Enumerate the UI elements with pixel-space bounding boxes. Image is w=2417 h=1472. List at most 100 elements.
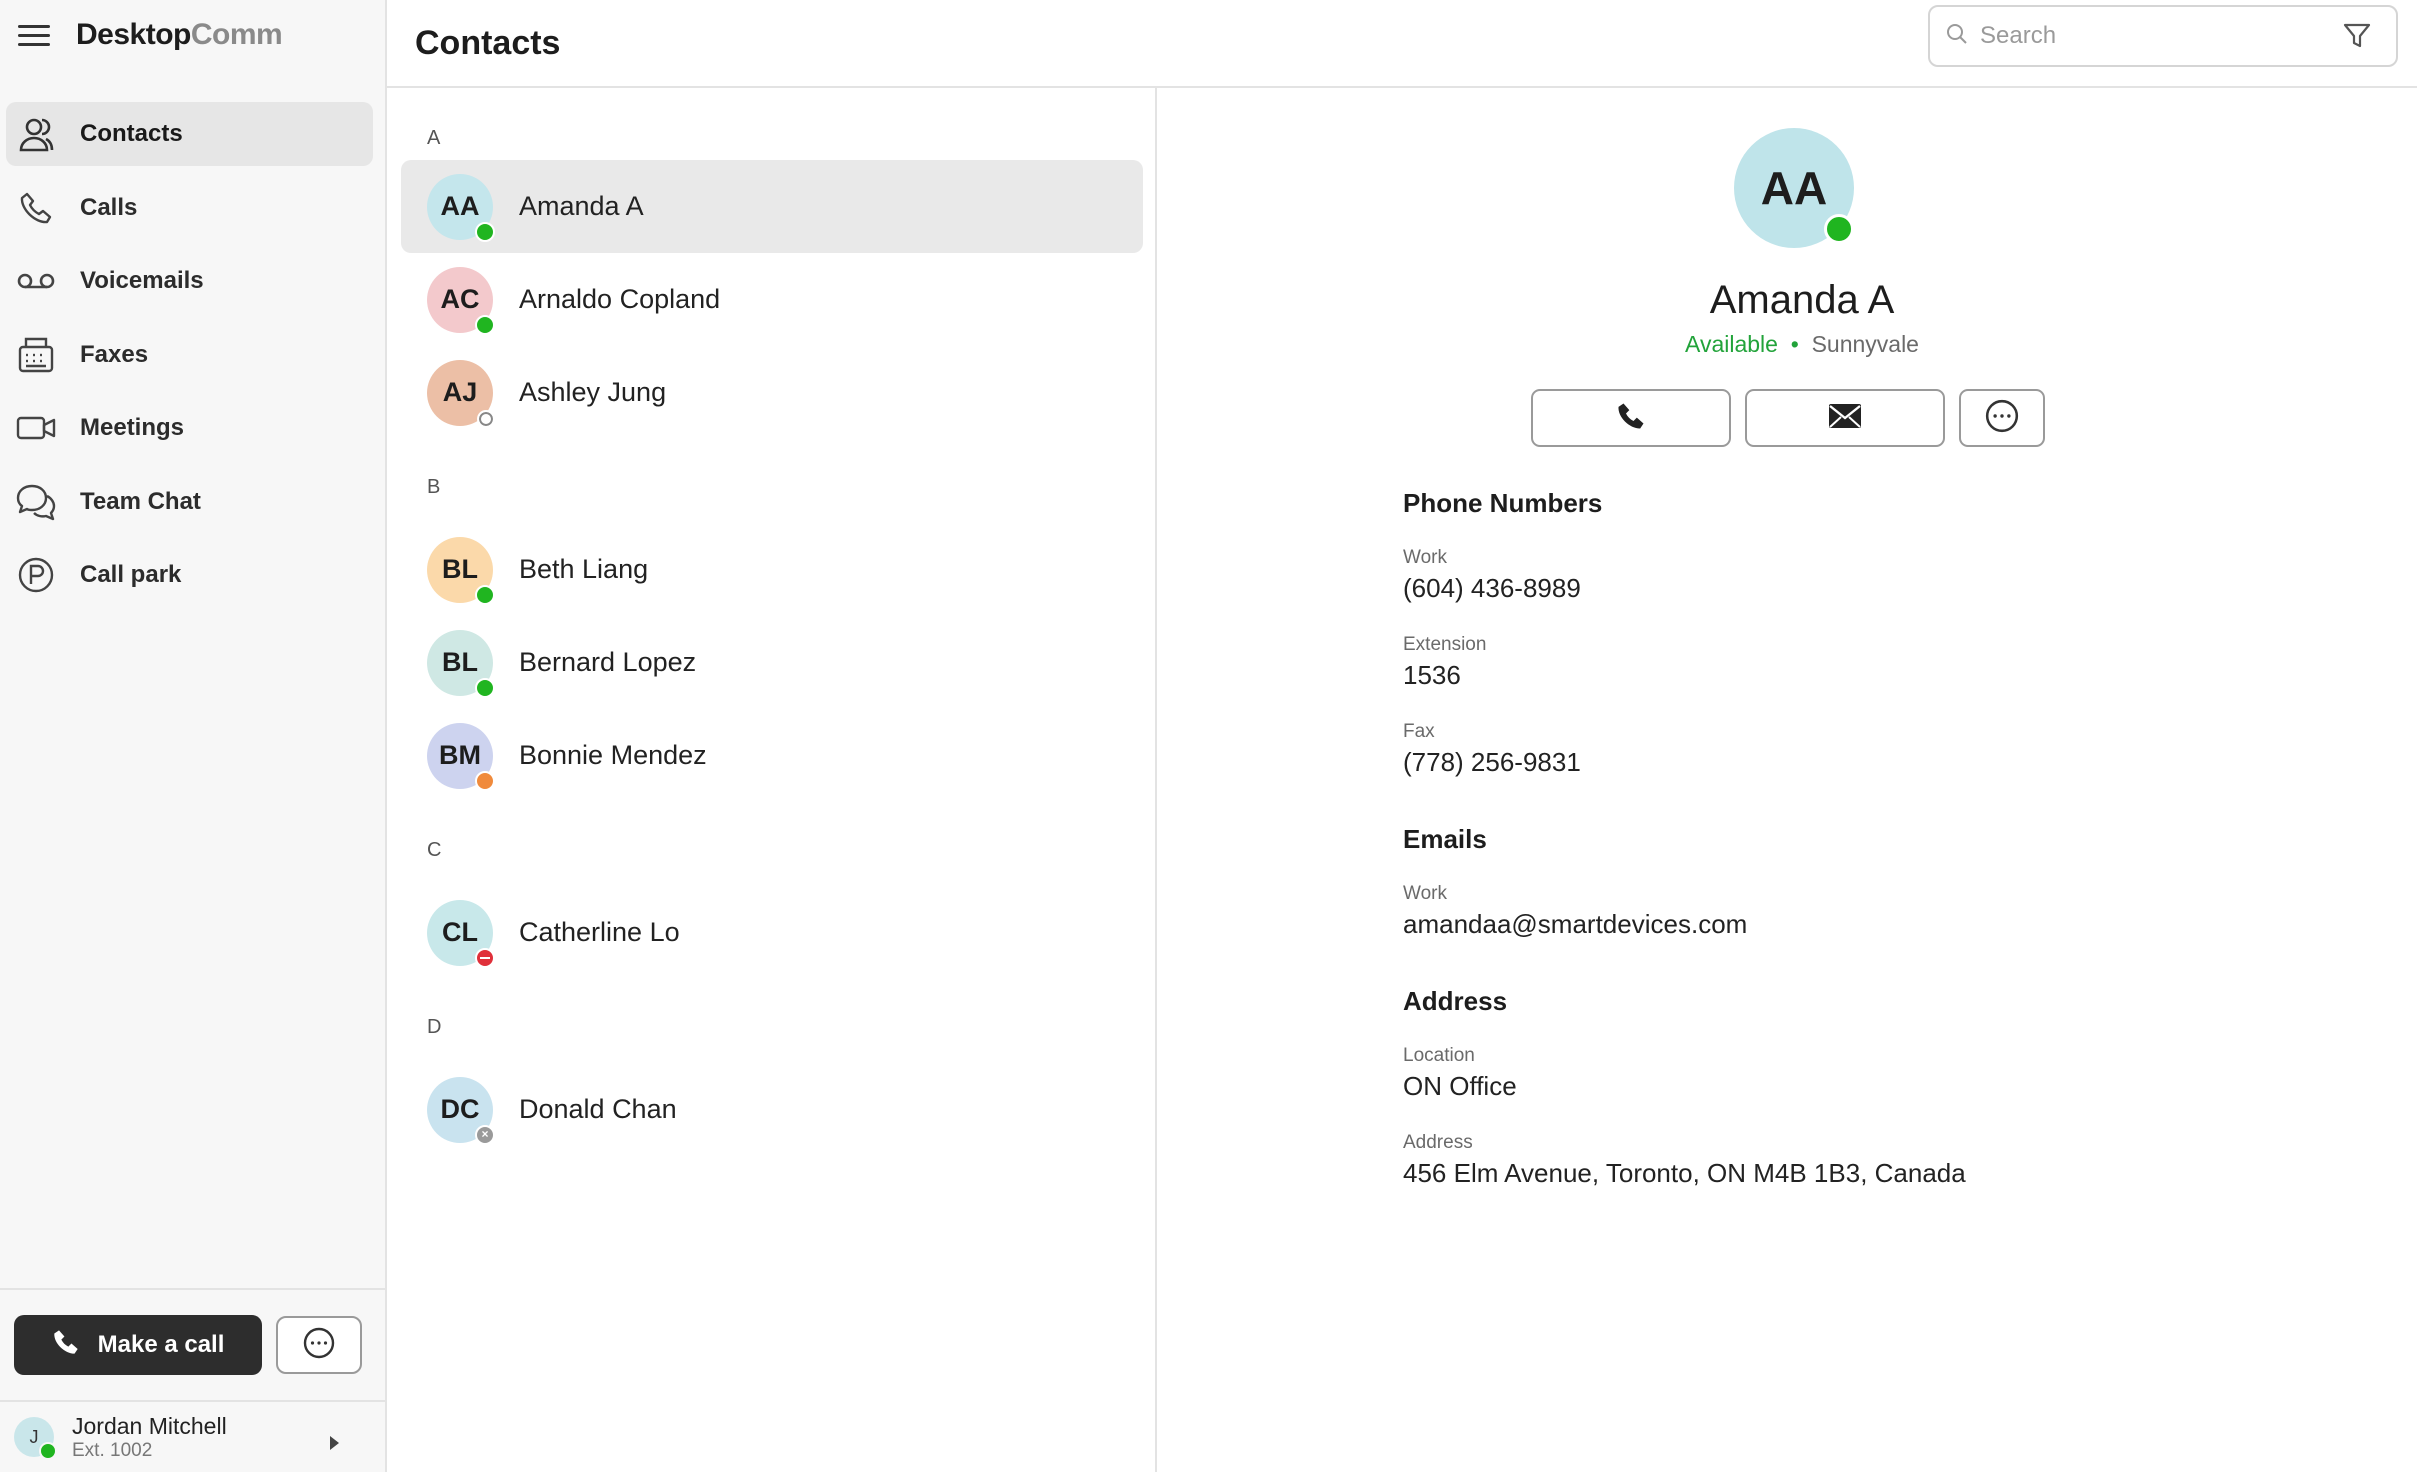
contact-actions — [1531, 389, 2045, 447]
presence-unavailable-icon: × — [475, 1124, 495, 1145]
section-letter: A — [427, 127, 441, 149]
more-options-button[interactable] — [276, 1316, 362, 1374]
avatar: AJ — [427, 359, 495, 428]
field-label-location: Location — [1403, 1045, 1475, 1066]
avatar: J — [14, 1417, 57, 1460]
status-dot — [39, 1442, 57, 1460]
location-value: ON Office — [1403, 1071, 1517, 1101]
phone-icon — [1616, 401, 1646, 436]
sidebar-actions: Make a call — [0, 1288, 385, 1400]
sidebar: DesktopComm Contacts Calls Voicemails Fa… — [0, 0, 387, 1472]
main-area: Contacts Search A AA Amanda A AC Arnaldo Cop… — [387, 0, 2417, 1472]
phone-icon — [14, 186, 58, 230]
current-user[interactable]: J Jordan Mitchell Ext. 1002 — [0, 1400, 385, 1472]
app-window: DesktopComm Contacts Calls Voicemails Fa… — [0, 0, 2417, 1472]
sidebar-item-meetings[interactable]: Meetings — [6, 396, 373, 460]
more-actions-button[interactable] — [1959, 389, 2045, 447]
sidebar-item-label: Faxes — [80, 340, 149, 368]
contact-name: Amanda A — [519, 191, 644, 221]
topbar: Contacts Search — [387, 0, 2417, 88]
sidebar-item-label: Calls — [80, 193, 138, 221]
list-item[interactable]: AA Amanda A — [401, 160, 1143, 253]
list-item[interactable]: BL Bernard Lopez — [401, 616, 1143, 709]
parking-icon — [14, 553, 58, 597]
sidebar-nav: Contacts Calls Voicemails Faxes Meetings… — [0, 102, 385, 617]
list-item[interactable]: BL Beth Liang — [401, 523, 1143, 616]
contact-name: Bonnie Mendez — [519, 740, 707, 770]
menu-icon[interactable] — [18, 19, 50, 51]
call-button[interactable] — [1531, 389, 1731, 447]
presence-available-icon — [475, 584, 495, 605]
section-letter: D — [427, 1016, 442, 1038]
contact-name: Amanda A — [1709, 278, 1895, 322]
voicemail-icon — [14, 259, 58, 303]
search-placeholder: Search — [1980, 22, 2057, 49]
presence-busy-icon — [475, 947, 495, 968]
field-label-extension: Extension — [1403, 634, 1487, 655]
page-title: Contacts — [415, 23, 561, 62]
filter-icon[interactable] — [2342, 21, 2372, 56]
avatar: AA — [427, 173, 495, 242]
list-item[interactable]: AC Arnaldo Copland — [401, 253, 1143, 346]
user-info: Jordan Mitchell Ext. 1002 — [72, 1412, 227, 1462]
section-title-emails: Emails — [1403, 824, 1487, 854]
fax-value[interactable]: (778) 256-9831 — [1403, 747, 1966, 778]
list-item[interactable]: CL Catherline Lo — [401, 886, 1143, 979]
make-call-button[interactable]: Make a call — [14, 1315, 262, 1375]
sidebar-item-calls[interactable]: Calls — [6, 176, 373, 240]
sidebar-item-faxes[interactable]: Faxes — [6, 323, 373, 387]
field-label-work-email: Work — [1403, 883, 1447, 904]
avatar: DC × — [427, 1076, 495, 1145]
envelope-icon — [1828, 403, 1862, 434]
content-panes: A AA Amanda A AC Arnaldo Copland AJ Ashley Jun… — [387, 88, 2417, 1472]
avatar: BM — [427, 722, 495, 791]
separator-dot: • — [1784, 331, 1806, 357]
presence-available-icon — [475, 221, 495, 242]
sidebar-item-label: Team Chat — [80, 487, 201, 515]
sidebar-item-label: Call park — [80, 561, 182, 588]
contact-name: Beth Liang — [519, 554, 649, 584]
chat-bubbles-icon — [14, 480, 58, 524]
sidebar-item-voicemails[interactable]: Voicemails — [6, 249, 373, 313]
list-item[interactable]: BM Bonnie Mendez — [401, 709, 1143, 802]
contact-name: Ashley Jung — [519, 377, 667, 407]
more-horizontal-icon — [302, 1326, 336, 1365]
sidebar-item-label: Contacts — [80, 120, 183, 147]
field-label-address: Address — [1403, 1132, 1473, 1153]
user-extension: Ext. 1002 — [72, 1440, 153, 1461]
search-input[interactable]: Search — [1928, 5, 2398, 67]
presence-available-icon — [475, 677, 495, 698]
address-value: 456 Elm Avenue, Toronto, ON M4B 1B3, Can… — [1403, 1158, 1966, 1188]
email-value[interactable]: amandaa@smartdevices.com — [1403, 909, 1966, 940]
section-title-phone-numbers: Phone Numbers — [1403, 488, 1603, 518]
contact-status-line: Available • Sunnyvale — [1157, 331, 2417, 358]
location-text: Sunnyvale — [1811, 331, 1919, 357]
sidebar-item-team-chat[interactable]: Team Chat — [6, 470, 373, 534]
sidebar-item-call-park[interactable]: Call park — [6, 543, 373, 607]
sidebar-item-contacts[interactable]: Contacts — [6, 102, 373, 166]
presence-away-icon — [475, 770, 495, 791]
sidebar-header: DesktopComm — [0, 0, 385, 70]
search-icon — [1946, 23, 1968, 50]
contact-detail: AA Amanda A Available • Sunnyvale Phone … — [1157, 88, 2417, 1472]
contact-list: A AA Amanda A AC Arnaldo Copland AJ Ashley Jun… — [387, 88, 1157, 1472]
app-logo: DesktopComm — [76, 18, 283, 51]
caret-right-icon[interactable] — [330, 1436, 339, 1450]
presence-available-icon — [475, 314, 495, 335]
sidebar-footer: Make a call J Jordan Mitchell Ext. 1002 — [0, 1288, 385, 1472]
section-title-address: Address — [1403, 986, 1508, 1016]
field-label-fax: Fax — [1403, 721, 1435, 742]
phone-icon — [52, 1328, 80, 1363]
email-button[interactable] — [1745, 389, 1945, 447]
work-phone-value[interactable]: (604) 436-8989 — [1403, 573, 1966, 604]
extension-value[interactable]: 1536 — [1403, 660, 1966, 691]
contact-avatar-large: AA — [1734, 128, 1854, 248]
user-name: Jordan Mitchell — [72, 1413, 227, 1439]
video-camera-icon — [14, 406, 58, 450]
fax-icon — [14, 333, 58, 377]
list-item[interactable]: DC × Donald Chan — [401, 1063, 1143, 1156]
contact-name: Catherline Lo — [519, 917, 680, 947]
sidebar-item-label: Meetings — [80, 414, 185, 441]
avatar: CL — [427, 899, 495, 968]
list-item[interactable]: AJ Ashley Jung — [401, 346, 1143, 439]
